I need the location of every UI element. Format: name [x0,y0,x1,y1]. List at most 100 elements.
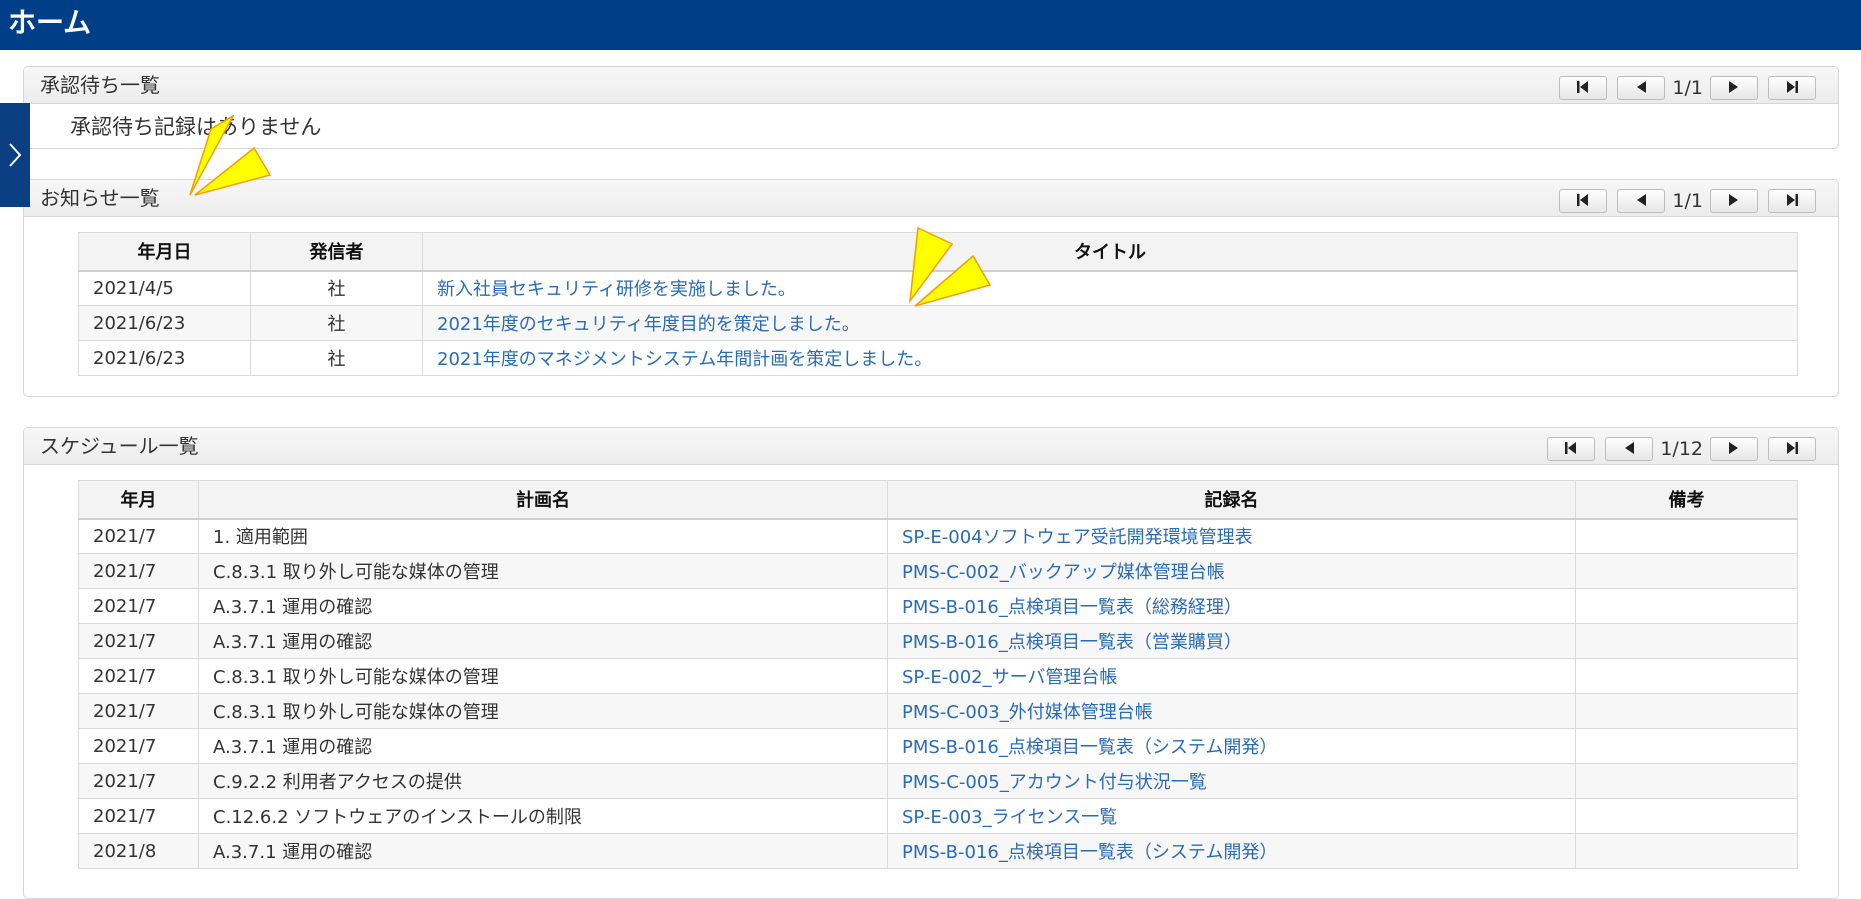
table-row: 2021/7 C.8.3.1 取り外し可能な媒体の管理 PMS-C-003_外付… [78,693,1798,729]
prev-page-button[interactable] [1617,189,1666,213]
first-page-button[interactable] [1547,437,1596,461]
chevron-right-icon [8,142,22,168]
last-page-button[interactable] [1768,76,1816,100]
schedule-record-link[interactable]: SP-E-004ソフトウェア受託開発環境管理表 [902,527,1253,548]
first-page-icon [1564,440,1578,459]
column-header-note: 備考 [1575,480,1798,520]
notice-date: 2021/6/23 [78,305,251,341]
schedule-record-link[interactable]: PMS-B-016_点検項目一覧表（総務経理） [902,597,1242,618]
table-row: 2021/8 A.3.7.1 運用の確認 PMS-B-016_点検項目一覧表（シ… [78,833,1798,869]
column-header-record: 記録名 [887,480,1576,520]
schedule-panel-header: スケジュール一覧 1/12 [24,428,1838,465]
schedule-record-cell: PMS-C-003_外付媒体管理台帳 [887,693,1576,729]
schedule-record-cell: SP-E-004ソフトウェア受託開発環境管理表 [887,518,1576,554]
schedule-month: 2021/7 [78,518,199,554]
schedule-record-link[interactable]: PMS-C-005_アカウント付与状況一覧 [902,772,1207,793]
schedule-record-cell: PMS-C-002_バックアップ媒体管理台帳 [887,553,1576,589]
schedule-plan: C.12.6.2 ソフトウェアのインストールの制限 [198,798,888,834]
notice-sender: 社 [250,305,423,341]
schedule-note [1575,798,1798,834]
sidebar-toggle-button[interactable] [0,103,30,207]
schedule-pager: 1/12 [1542,436,1821,462]
schedule-note [1575,518,1798,554]
next-page-button[interactable] [1710,437,1758,461]
next-page-button[interactable] [1710,189,1758,213]
notices-title: お知らせ一覧 [40,186,160,210]
last-page-icon [1785,192,1799,211]
schedule-record-link[interactable]: PMS-C-003_外付媒体管理台帳 [902,702,1153,723]
schedule-note [1575,728,1798,764]
schedule-month: 2021/7 [78,553,199,589]
table-row: 2021/7 1. 適用範囲 SP-E-004ソフトウェア受託開発環境管理表 [78,518,1798,554]
first-page-button[interactable] [1559,189,1608,213]
schedule-record-cell: PMS-B-016_点検項目一覧表（総務経理） [887,588,1576,624]
first-page-icon [1576,79,1590,98]
schedule-month: 2021/7 [78,623,199,659]
schedule-plan: 1. 適用範囲 [198,518,888,554]
schedule-record-cell: PMS-C-005_アカウント付与状況一覧 [887,763,1576,799]
approvals-title: 承認待ち一覧 [40,73,160,97]
page-indicator: 1/12 [1660,438,1703,460]
schedule-note [1575,588,1798,624]
schedule-month: 2021/7 [78,763,199,799]
column-header-title: タイトル [422,232,1798,272]
schedule-month: 2021/7 [78,588,199,624]
schedule-plan: A.3.7.1 運用の確認 [198,623,888,659]
next-page-button[interactable] [1710,76,1758,100]
table-row: 2021/6/23 社 2021年度のセキュリティ年度目的を策定しました。 [78,305,1798,341]
table-row: 2021/7 C.8.3.1 取り外し可能な媒体の管理 PMS-C-002_バッ… [78,553,1798,589]
notice-title-link[interactable]: 2021年度のマネジメントシステム年間計画を策定しました。 [437,349,932,370]
column-header-plan: 計画名 [198,480,888,520]
notice-title-cell: 2021年度のマネジメントシステム年間計画を策定しました。 [422,340,1798,376]
schedule-record-link[interactable]: SP-E-003_ライセンス一覧 [902,807,1117,828]
notice-title-cell: 2021年度のセキュリティ年度目的を策定しました。 [422,305,1798,341]
last-page-icon [1785,79,1799,98]
notice-date: 2021/4/5 [78,270,251,306]
first-page-button[interactable] [1559,76,1608,100]
schedule-record-link[interactable]: PMS-B-016_点検項目一覧表（システム開発） [902,737,1277,758]
page-indicator: 1/1 [1672,77,1703,99]
schedule-note [1575,623,1798,659]
schedule-record-link[interactable]: PMS-C-002_バックアップ媒体管理台帳 [902,562,1225,583]
app-header: ホーム [0,0,1861,50]
schedule-record-cell: PMS-B-016_点検項目一覧表（システム開発） [887,833,1576,869]
schedule-month: 2021/7 [78,658,199,694]
next-page-icon [1728,79,1740,98]
schedule-plan: C.8.3.1 取り外し可能な媒体の管理 [198,693,888,729]
prev-page-icon [1635,79,1647,98]
schedule-plan: C.8.3.1 取り外し可能な媒体の管理 [198,658,888,694]
last-page-icon [1785,440,1799,459]
first-page-icon [1576,192,1590,211]
page-title: ホーム [8,6,92,39]
notice-sender: 社 [250,270,423,306]
highlight-spark-icon [189,115,272,196]
page-indicator: 1/1 [1672,190,1703,212]
notice-title-link[interactable]: 2021年度のセキュリティ年度目的を策定しました。 [437,314,860,335]
schedule-note [1575,553,1798,589]
schedule-panel: スケジュール一覧 1/12 年月 計画名 記録名 備考 2021/7 1. 適用… [23,427,1839,899]
last-page-button[interactable] [1768,437,1816,461]
schedule-title: スケジュール一覧 [40,434,199,458]
notice-title-link[interactable]: 新入社員セキュリティ研修を実施しました。 [437,279,796,300]
schedule-note [1575,693,1798,729]
schedule-note [1575,833,1798,869]
table-row: 2021/7 C.9.2.2 利用者アクセスの提供 PMS-C-005_アカウン… [78,763,1798,799]
column-header-sender: 発信者 [250,232,423,272]
prev-page-button[interactable] [1605,437,1654,461]
column-header-month: 年月 [78,480,199,520]
next-page-icon [1728,440,1740,459]
notices-panel-header: お知らせ一覧 1/1 [24,180,1838,217]
schedule-month: 2021/7 [78,728,199,764]
notice-sender: 社 [250,340,423,376]
table-header-row: 年月 計画名 記録名 備考 [78,480,1798,520]
schedule-note [1575,658,1798,694]
last-page-button[interactable] [1768,189,1816,213]
schedule-record-link[interactable]: PMS-B-016_点検項目一覧表（システム開発） [902,842,1277,863]
prev-page-button[interactable] [1617,76,1666,100]
schedule-record-link[interactable]: PMS-B-016_点検項目一覧表（営業購買） [902,632,1242,653]
schedule-record-link[interactable]: SP-E-002_サーバ管理台帳 [902,667,1117,688]
schedule-plan: A.3.7.1 運用の確認 [198,833,888,869]
table-row: 2021/7 A.3.7.1 運用の確認 PMS-B-016_点検項目一覧表（シ… [78,728,1798,764]
schedule-table: 年月 計画名 記録名 備考 2021/7 1. 適用範囲 SP-E-004ソフト… [78,480,1798,869]
schedule-plan: A.3.7.1 運用の確認 [198,588,888,624]
